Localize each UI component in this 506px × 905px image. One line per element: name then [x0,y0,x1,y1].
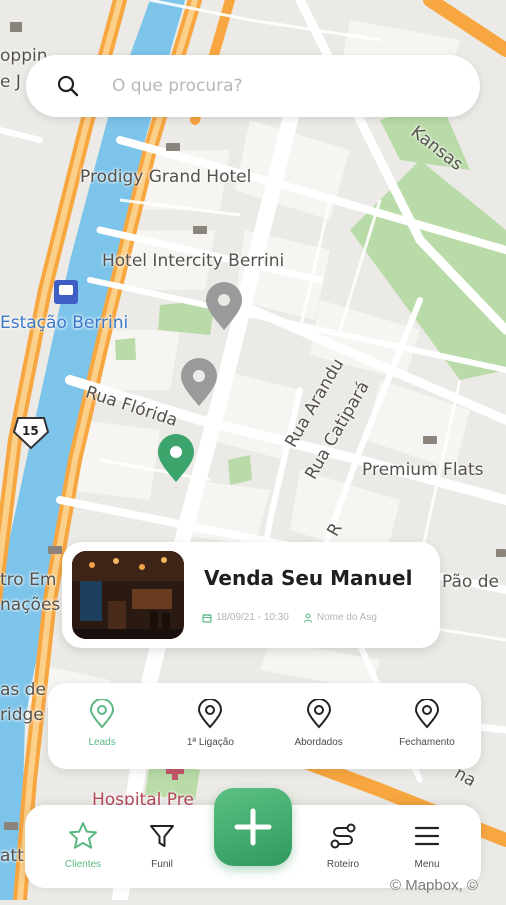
lead-title: Venda Seu Manuel [204,566,413,590]
search-bar[interactable] [26,55,480,117]
map-label-estacao-berrini: Estação Berrini [0,313,129,333]
add-button[interactable] [214,788,292,866]
map-label-partial-att: att [0,846,24,866]
nav-funil-label: Funil [151,859,173,870]
nav-funil[interactable]: Funil [122,821,202,870]
map-pin-icon [198,699,223,729]
map-pin-icon [414,699,439,729]
map-pin-icon [90,699,115,729]
lead-card[interactable]: Venda Seu Manuel 18/09/21 - 10:30 Nome d… [62,542,440,648]
map-label-partial-tro-em: tro Em [0,570,57,590]
map-attribution: © Mapbox, © [390,877,478,894]
nav-clientes-label: Clientes [64,859,102,870]
lead-photo [72,551,184,639]
nav-menu-label: Menu [414,859,440,870]
map-label-intercity-hotel: Hotel Intercity Berrini [102,251,285,271]
map-label-partial-as-de: as de [0,680,46,700]
search-input[interactable] [110,75,444,97]
filter-icon [150,825,174,847]
map-label-prodigy-hotel: Prodigy Grand Hotel [80,167,252,187]
nav-menu[interactable]: Menu [387,821,467,870]
stage-abordados-label: Abordados [294,737,343,748]
map-label-pao-de: Pão de [442,572,499,592]
stage-filter-bar: Leads 1ª Ligação Abordados Fechamento [48,683,481,769]
person-icon [303,612,312,623]
stage-primeira-ligacao[interactable]: 1ª Ligação [156,683,264,769]
route-15-badge: 15 [22,424,39,438]
lead-meta: 18/09/21 - 10:30 Nome do Asg [202,612,377,623]
stage-leads[interactable]: Leads [48,683,156,769]
map-label-partial-ridge: ridge [0,705,44,725]
hamburger-menu-icon [414,826,440,846]
lead-date: 18/09/21 - 10:30 [216,612,289,623]
stage-fechamento-label: Fechamento [399,737,455,748]
plus-icon [234,808,272,846]
stage-abordados[interactable]: Abordados [265,683,373,769]
nav-clientes[interactable]: Clientes [43,821,123,870]
star-icon [69,822,97,849]
lead-agent: Nome do Asg [316,612,377,623]
route-icon [330,823,356,849]
nav-roteiro-label: Roteiro [326,859,360,870]
nav-roteiro[interactable]: Roteiro [303,821,383,870]
search-icon[interactable] [38,55,98,117]
map-label-premium-flats: Premium Flats [362,460,484,480]
map-pin-icon [306,699,331,729]
calendar-icon [202,613,212,623]
map-label-partial-ej: e J [0,72,21,92]
map-label-partial-nacoes: nações [0,595,61,615]
stage-fechamento[interactable]: Fechamento [373,683,481,769]
stage-leads-label: Leads [88,737,116,748]
stage-primeira-ligacao-label: 1ª Ligação [186,737,234,748]
